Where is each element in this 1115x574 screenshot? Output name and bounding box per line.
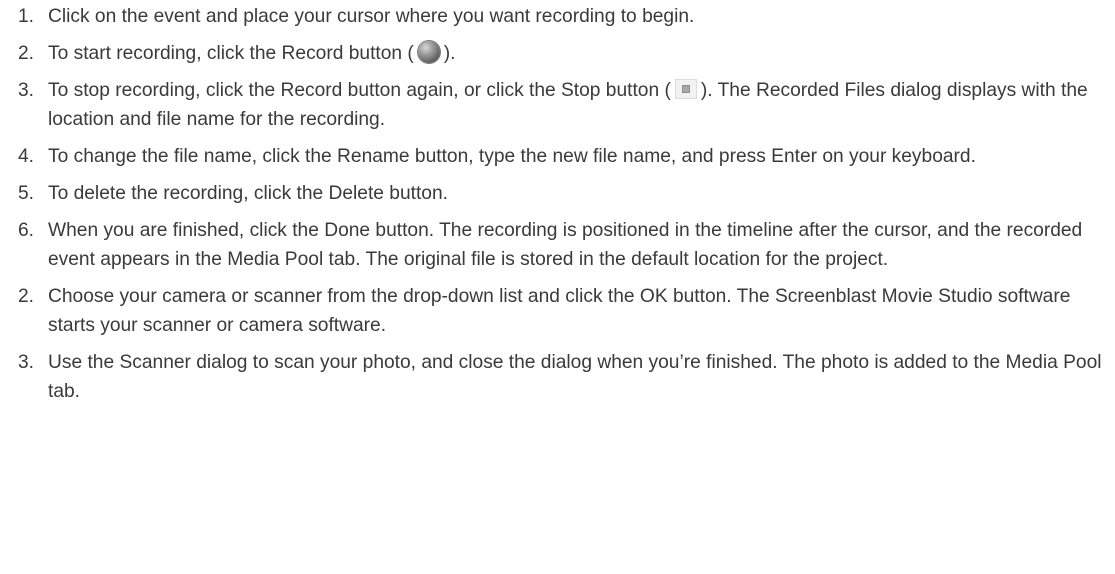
item-text: Use the Scanner dialog to scan your phot…: [48, 352, 1102, 402]
list-item: 6. When you are finished, click the Done…: [18, 216, 1115, 274]
item-text: To delete the recording, click the Delet…: [48, 183, 448, 204]
item-text: When you are finished, click the Done bu…: [48, 220, 1083, 270]
item-text-before: To stop recording, click the Record butt…: [48, 80, 671, 101]
item-number: 2.: [18, 286, 35, 307]
list-item: 2. To start recording, click the Record …: [18, 39, 1115, 68]
item-number: 6.: [18, 220, 35, 241]
item-text-before: To start recording, click the Record but…: [48, 43, 414, 64]
item-number: 3.: [18, 80, 35, 101]
list-item: 3. To stop recording, click the Record b…: [18, 76, 1115, 134]
item-number: 3.: [18, 352, 35, 373]
list-item: 3. Use the Scanner dialog to scan your p…: [18, 348, 1115, 406]
stop-button-icon: [674, 79, 697, 99]
item-text: Click on the event and place your cursor…: [48, 6, 695, 27]
item-text: To start recording, click the Record but…: [48, 39, 1115, 68]
list-item: 1. Click on the event and place your cur…: [18, 2, 1115, 31]
item-text: To change the file name, click the Renam…: [48, 146, 976, 167]
item-number: 1.: [18, 6, 35, 27]
item-number: 4.: [18, 146, 35, 167]
list-item: 5. To delete the recording, click the De…: [18, 179, 1115, 208]
instructions-document: 1. Click on the event and place your cur…: [0, 0, 1115, 574]
item-number: 2.: [18, 43, 35, 64]
item-text: Choose your camera or scanner from the d…: [48, 286, 1071, 336]
list-item: 2. Choose your camera or scanner from th…: [18, 282, 1115, 340]
item-number: 5.: [18, 183, 35, 204]
item-text: To stop recording, click the Record butt…: [48, 76, 1115, 134]
list-item: 4. To change the file name, click the Re…: [18, 142, 1115, 171]
item-text-after: ).: [443, 43, 456, 64]
record-button-icon: [417, 41, 440, 63]
